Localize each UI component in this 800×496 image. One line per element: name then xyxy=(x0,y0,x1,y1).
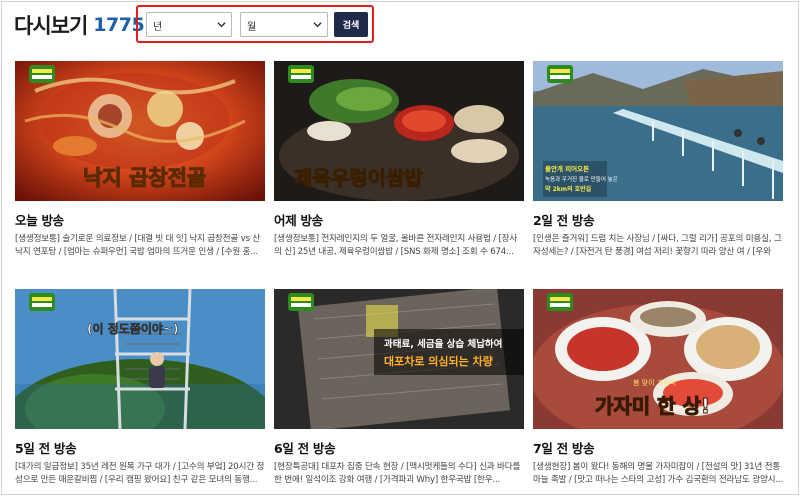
video-title[interactable]: 어제 방송 xyxy=(274,210,524,229)
show-logo-icon xyxy=(547,65,573,83)
show-logo-icon xyxy=(288,293,314,311)
video-description[interactable]: [생생정보통] 슬기로운 의료정보 / [대결 빗 대 잇] 낙지 곱창전골 v… xyxy=(15,233,265,259)
thumbnail-caption-line1: 과태료, 세금을 상습 체납하여 xyxy=(384,338,502,350)
filter-bar: 년 월 검색 xyxy=(136,5,374,43)
thumbnail-caption-line2: 대포차로 의심되는 차량 xyxy=(384,354,493,368)
video-card[interactable]: 봄 맞이 가자미 가자미 한 상! 7일 전 방송 [생생현장] 봄이 왔다! … xyxy=(533,289,783,487)
year-select[interactable]: 년 xyxy=(146,12,232,37)
video-description[interactable]: [대가의 일급정보] 35년 레전 원목 가구 대가 / [고수의 부엌] 20… xyxy=(15,461,265,487)
video-title[interactable]: 오늘 방송 xyxy=(15,210,265,229)
video-card[interactable]: 과태료, 세금을 상습 체납하여 대포차로 의심되는 차량 6일 전 방송 [현… xyxy=(274,289,524,487)
video-card[interactable]: 낙지 곱창전골 오늘 방송 [생생정보통] 슬기로운 의료정보 / [대결 빗 … xyxy=(15,61,265,259)
video-card[interactable]: 제육우렁이쌈밥 어제 방송 [생생정보통] 전자레인지의 두 얼굴, 올바른 전… xyxy=(274,61,524,259)
video-thumbnail[interactable]: 봄 맞이 가자미 가자미 한 상! xyxy=(533,289,783,429)
show-logo-icon xyxy=(29,65,55,83)
page-header: 다시보기 1775 xyxy=(14,10,145,40)
thumbnail-caption-line3: 약 2km의 호반길 xyxy=(545,185,592,193)
video-thumbnail[interactable]: (이 정도쯤이야~) xyxy=(15,289,265,429)
month-select-label: 월 xyxy=(247,22,257,33)
video-thumbnail[interactable]: 물안개 피어오른 녹음과 우거진 물로 만들어 놓은 약 2km의 호반길 xyxy=(533,61,783,201)
thumbnail-caption: 낙지 곱창전골 xyxy=(83,166,206,190)
video-title[interactable]: 7일 전 방송 xyxy=(533,438,783,457)
thumbnail-caption-line2: 녹음과 우거진 물로 만들어 놓은 xyxy=(545,175,618,183)
thumbnail-small-caption: 봄 맞이 가자미 xyxy=(633,378,676,387)
video-title[interactable]: 6일 전 방송 xyxy=(274,438,524,457)
thumbnail-caption: (이 정도쯤이야~) xyxy=(87,321,178,336)
video-description[interactable]: [인생은 즐거워] 드럼 치는 사장님 / [싸다, 그럴 리가] 공포의 미용… xyxy=(533,233,783,259)
video-thumbnail[interactable]: 낙지 곱창전골 xyxy=(15,61,265,201)
search-button[interactable]: 검색 xyxy=(334,12,368,37)
thumbnail-caption: 가자미 한 상! xyxy=(595,394,710,418)
month-select[interactable]: 월 xyxy=(240,12,328,37)
video-card[interactable]: 물안개 피어오른 녹음과 우거진 물로 만들어 놓은 약 2km의 호반길 2일… xyxy=(533,61,783,259)
chevron-down-icon xyxy=(313,22,322,28)
year-select-label: 년 xyxy=(153,22,163,33)
video-description[interactable]: [현장특공대] 대포차 집중 단속 현장 / [맥시멋케들의 수다] 신과 바다… xyxy=(274,461,524,487)
video-description[interactable]: [생생현장] 봄이 왔다! 동해의 명물 가자미잡이 / [전설의 맛] 31년… xyxy=(533,461,783,487)
page-title: 다시보기 xyxy=(14,14,88,38)
show-logo-icon xyxy=(547,293,573,311)
video-description[interactable]: [생생정보통] 전자레인지의 두 얼굴, 올바른 전자레인지 사용법 / [장사… xyxy=(274,233,524,259)
thumbnail-caption-line1: 물안개 피어오른 xyxy=(545,164,589,173)
show-logo-icon xyxy=(288,65,314,83)
thumbnail-caption: 제육우렁이쌈밥 xyxy=(294,166,423,190)
video-title[interactable]: 5일 전 방송 xyxy=(15,438,265,457)
video-title[interactable]: 2일 전 방송 xyxy=(533,210,783,229)
show-logo-icon xyxy=(29,293,55,311)
chevron-down-icon xyxy=(217,22,226,28)
video-thumbnail[interactable]: 제육우렁이쌈밥 xyxy=(274,61,524,201)
video-card[interactable]: (이 정도쯤이야~) 5일 전 방송 [대가의 일급정보] 35년 레전 원목 … xyxy=(15,289,265,487)
video-thumbnail[interactable]: 과태료, 세금을 상습 체납하여 대포차로 의심되는 차량 xyxy=(274,289,524,429)
